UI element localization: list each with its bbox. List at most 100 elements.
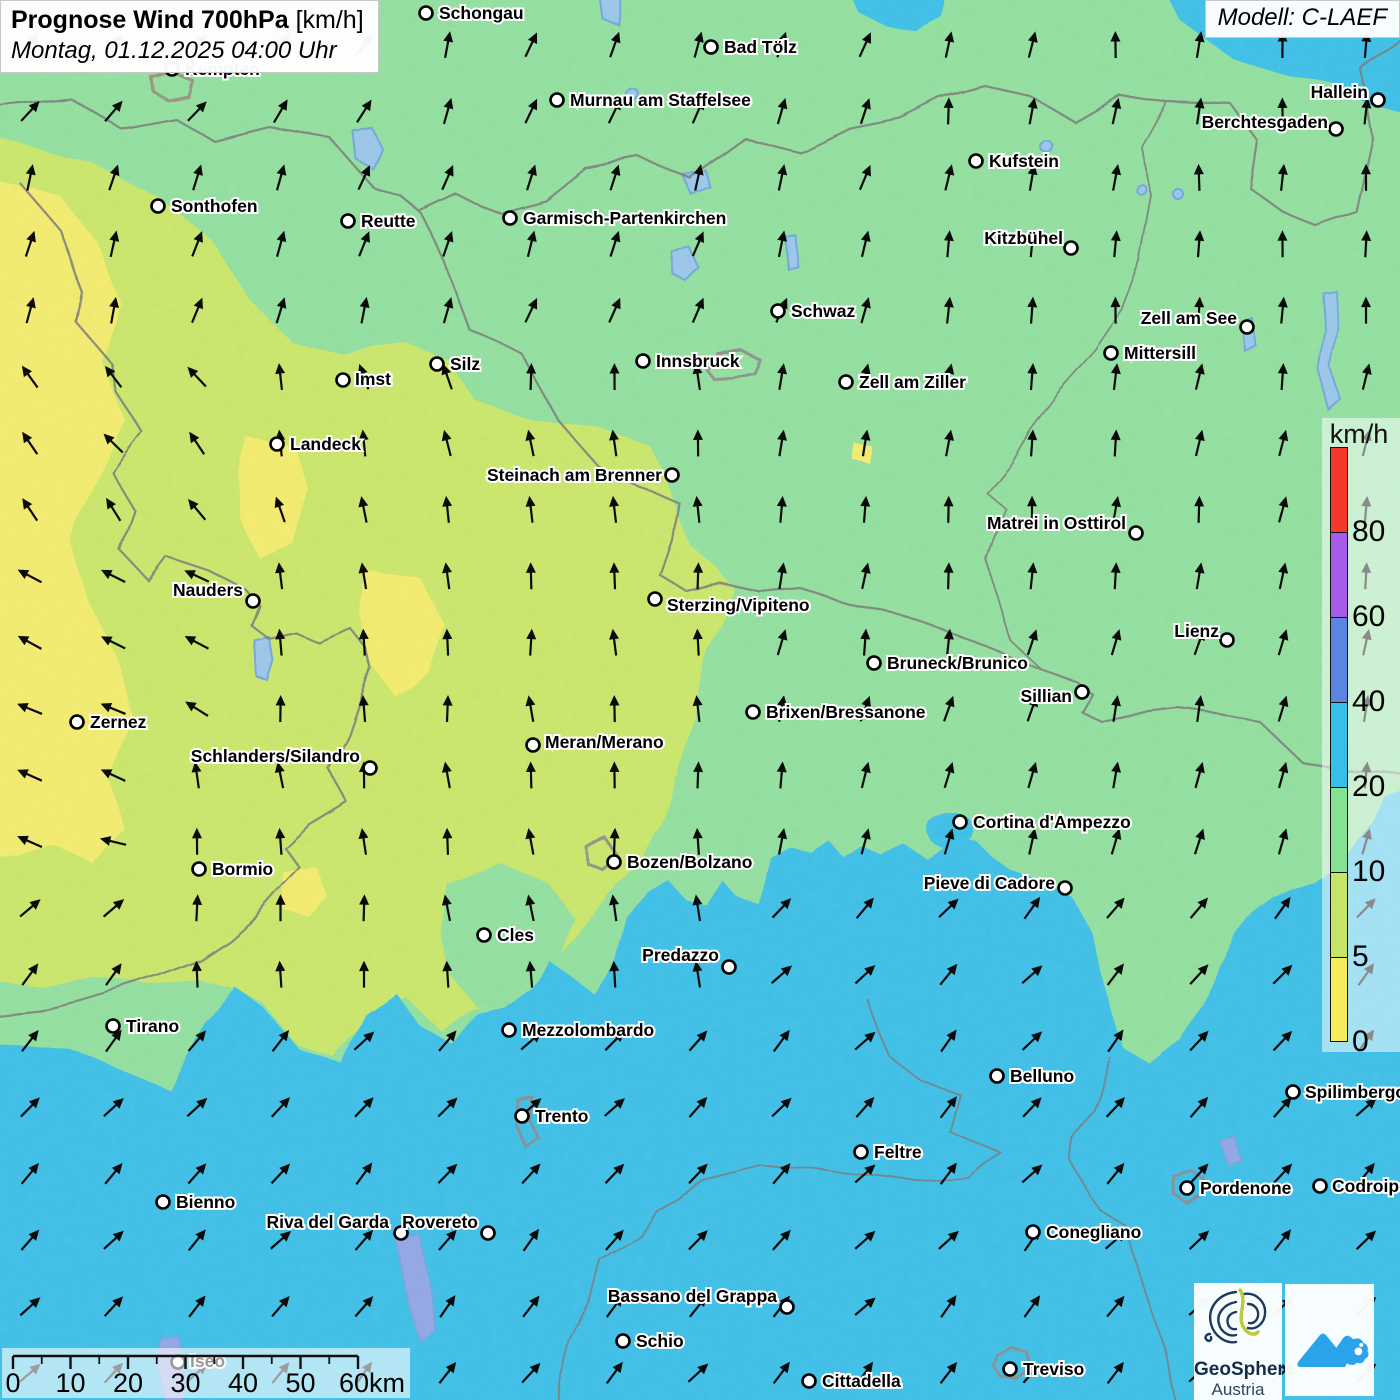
city-dot: [1221, 634, 1234, 647]
city-dot: [608, 856, 621, 869]
model-label: Modell: C-LAEF: [1218, 4, 1387, 31]
city-label: Bruneck/Brunico: [887, 653, 1028, 673]
city-dot: [1105, 347, 1118, 360]
city-label: Garmisch-Partenkirchen: [523, 208, 726, 228]
city-dot: [666, 469, 679, 482]
scale-tick-label: 50: [285, 1368, 315, 1398]
city-label: Bassano del Grappa: [608, 1286, 777, 1306]
wind-speed-legend: km/h 806040201050: [1322, 418, 1400, 1052]
city-dot: [1372, 94, 1385, 107]
city-dot: [954, 816, 967, 829]
city-label: Bormio: [212, 859, 273, 879]
legend-segment: [1330, 702, 1348, 787]
city-label: Reutte: [361, 211, 416, 231]
legend-segment: [1330, 447, 1348, 532]
scale-tick-label: 0: [5, 1368, 20, 1398]
city-dot: [803, 1375, 816, 1388]
city-label: Brixen/Bressanone: [766, 702, 926, 722]
city-label: Berchtesgaden: [1202, 112, 1328, 132]
city-label: Treviso: [1023, 1359, 1084, 1379]
city-label: Sillian: [1020, 686, 1072, 706]
city-dot: [617, 1335, 630, 1348]
city-label: Belluno: [1010, 1066, 1074, 1086]
legend-tick-label: 60: [1352, 600, 1385, 634]
city-dot: [1241, 321, 1254, 334]
city-dot: [1065, 242, 1078, 255]
legend-tick-label: 0: [1352, 1025, 1369, 1059]
legend-segment: [1330, 872, 1348, 957]
city-dot: [364, 762, 377, 775]
city-dot: [868, 657, 881, 670]
legend-segment: [1330, 787, 1348, 872]
city-dot: [723, 961, 736, 974]
city-dot: [152, 200, 165, 213]
legend-tick-label: 40: [1352, 685, 1385, 719]
city-dot: [337, 374, 350, 387]
geosphere-logo-box: GeoSphere Austria: [1194, 1283, 1282, 1400]
city-label: Zell am See: [1141, 308, 1238, 328]
legend-tick-label: 10: [1352, 855, 1385, 889]
city-label: Tirano: [126, 1016, 179, 1036]
mountain-cloud-logo-icon: [1291, 1301, 1369, 1379]
city-dot: [1314, 1180, 1327, 1193]
city-dot: [649, 593, 662, 606]
city-label: Cortina d'Ampezzo: [973, 812, 1131, 832]
city-dot: [1287, 1086, 1300, 1099]
city-label: Matrei in Osttirol: [987, 513, 1126, 533]
city-dot: [71, 716, 84, 729]
title-unit: [km/h]: [289, 6, 364, 34]
city-label: Bienno: [176, 1192, 235, 1212]
city-dot: [855, 1146, 868, 1159]
geosphere-country: Austria: [1194, 1380, 1282, 1399]
city-dot: [781, 1301, 794, 1314]
weather-map-screenshot: SchongauBad TölzKemptenMurnau am Staffel…: [0, 0, 1400, 1400]
city-label: Trento: [535, 1106, 588, 1126]
scale-tick-label: 20: [113, 1368, 143, 1398]
city-dot: [1059, 882, 1072, 895]
geosphere-contour-icon: [1198, 1283, 1278, 1355]
city-label: Predazzo: [642, 945, 719, 965]
city-label: Silz: [450, 354, 480, 374]
city-label: Sonthofen: [171, 196, 258, 216]
city-dot: [431, 358, 444, 371]
city-dot: [1181, 1182, 1194, 1195]
scale-ruler: 0102030405060km: [2, 1348, 410, 1398]
city-dot: [705, 41, 718, 54]
city-dot: [1130, 527, 1143, 540]
city-dot: [1004, 1363, 1017, 1376]
scale-tick-label: 40: [228, 1368, 258, 1398]
city-dot: [1330, 123, 1343, 136]
legend-tick-label: 80: [1352, 515, 1385, 549]
scale-tick-label: 60km: [339, 1368, 405, 1398]
city-dot: [271, 438, 284, 451]
city-dot: [1076, 686, 1089, 699]
city-label: Nauders: [173, 580, 243, 600]
scale-tick-label: 30: [170, 1368, 200, 1398]
page-title: Prognose Wind 700hPa [km/h]: [11, 6, 364, 35]
city-label: Murnau am Staffelsee: [570, 90, 751, 110]
city-dot: [157, 1196, 170, 1209]
city-dot: [342, 215, 355, 228]
title-datetime: Montag, 01.12.2025 04:00 Uhr: [11, 37, 364, 65]
city-label: Lienz: [1174, 621, 1219, 641]
city-label: Imst: [355, 369, 391, 389]
city-dot: [747, 706, 760, 719]
city-dot: [991, 1070, 1004, 1083]
city-dot: [504, 212, 517, 225]
city-label: Pieve di Cadore: [924, 873, 1056, 893]
city-dot: [107, 1020, 120, 1033]
city-label: Conegliano: [1046, 1222, 1141, 1242]
city-dot: [420, 7, 433, 20]
city-label: Innsbruck: [656, 351, 740, 371]
city-label: Feltre: [874, 1142, 922, 1162]
city-dot: [1027, 1226, 1040, 1239]
city-label: Zernez: [90, 712, 147, 732]
city-label: Mezzolombardo: [522, 1020, 654, 1040]
legend-tick-label: 20: [1352, 770, 1385, 804]
city-label: Spilimbergo: [1305, 1082, 1400, 1102]
city-label: Landeck: [290, 434, 361, 454]
city-label: Mittersill: [1124, 343, 1196, 363]
wind-map-canvas: SchongauBad TölzKemptenMurnau am Staffel…: [0, 0, 1400, 1400]
legend-unit-label: km/h: [1322, 419, 1396, 450]
city-label: Riva del Garda: [266, 1212, 389, 1232]
